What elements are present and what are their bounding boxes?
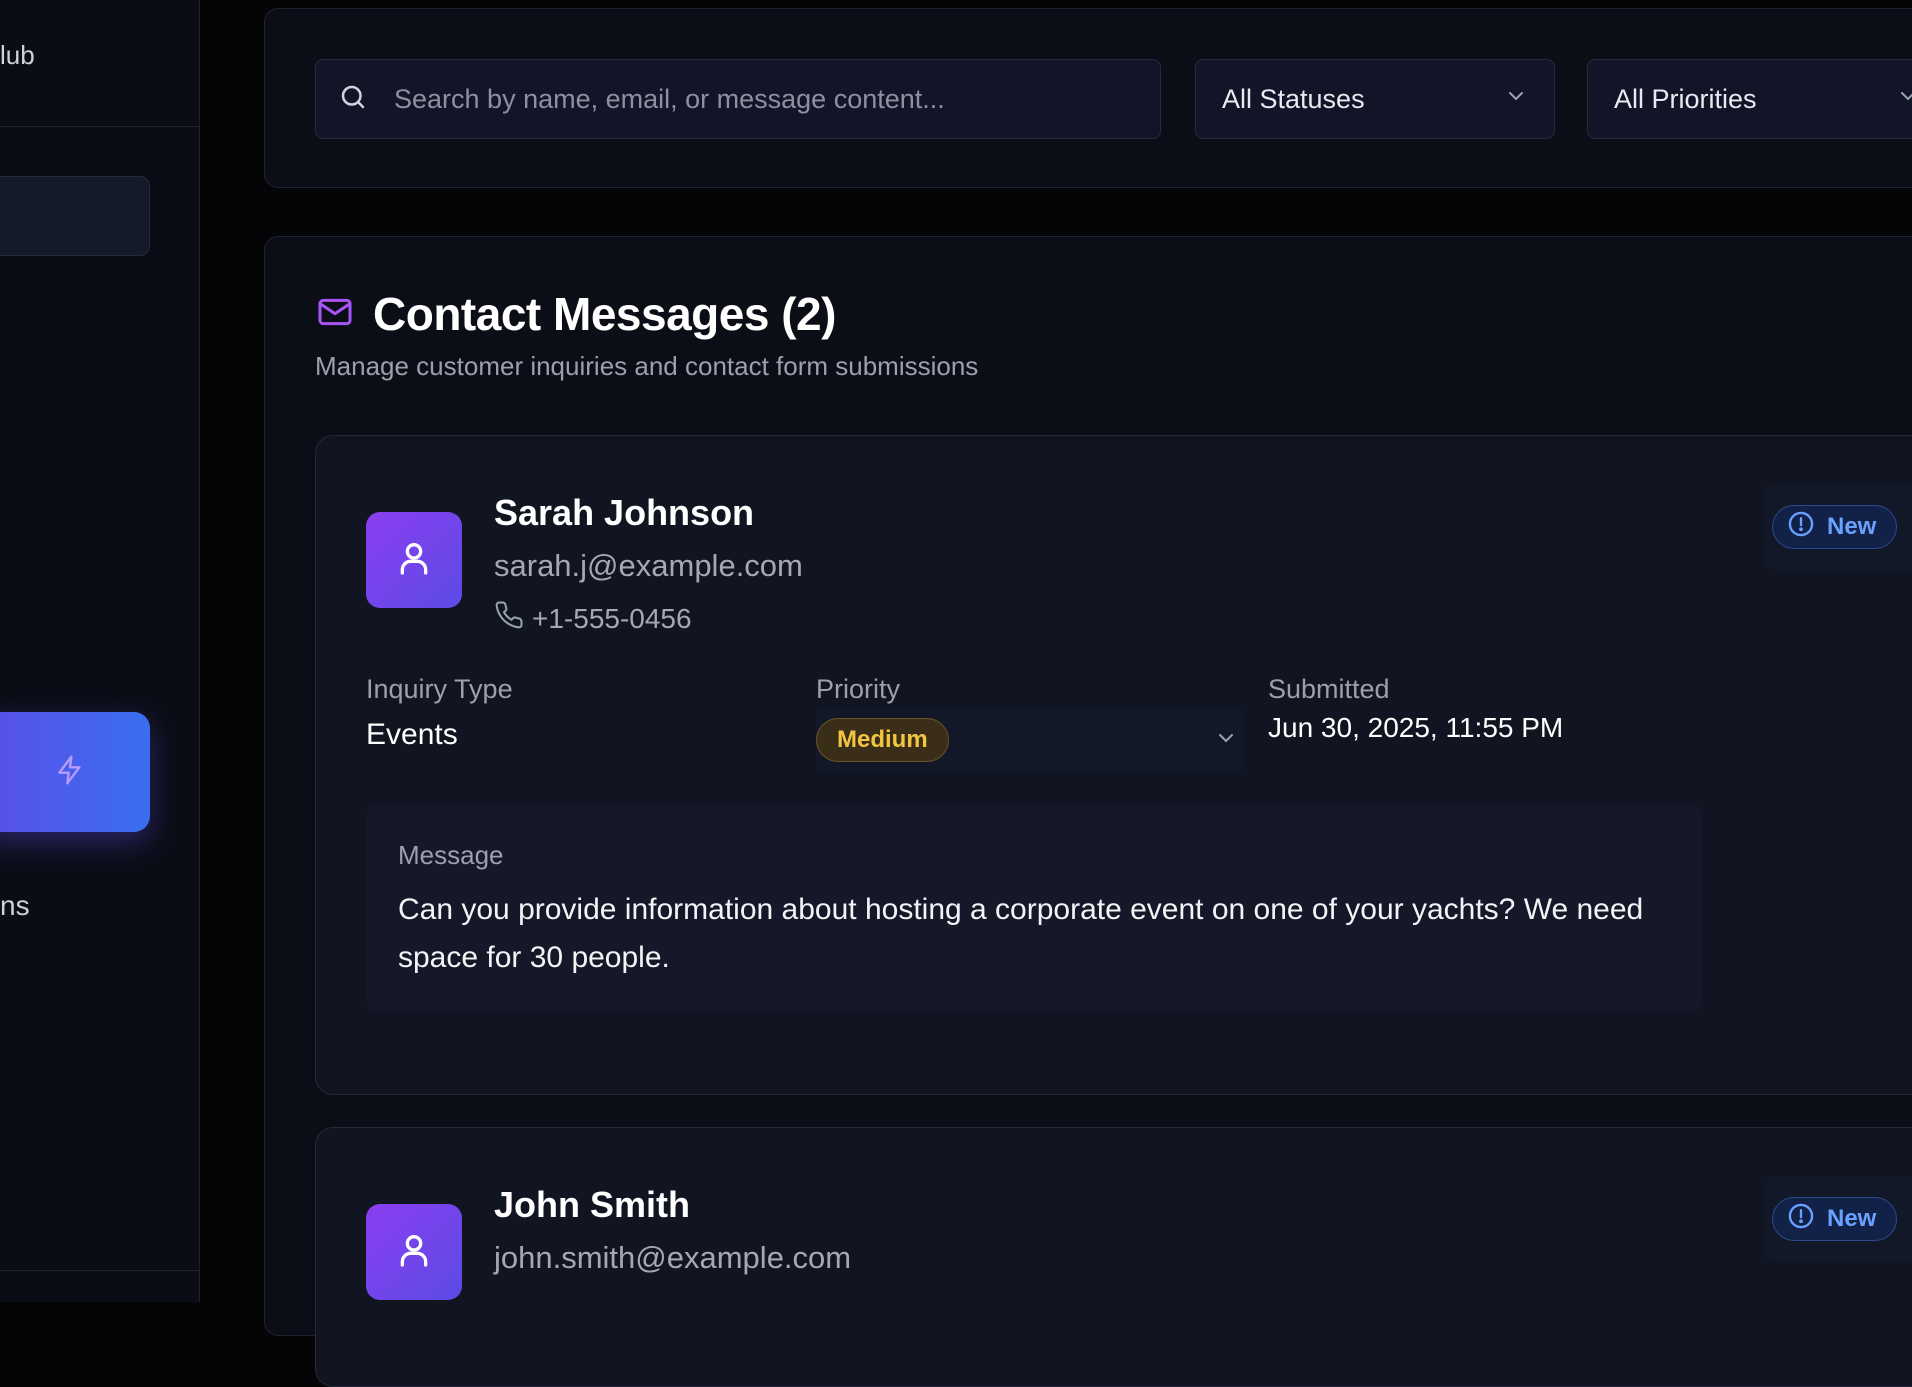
contact-email: sarah.j@example.com bbox=[494, 548, 803, 583]
status-badge: New bbox=[1772, 1197, 1898, 1241]
inquiry-type-label: Inquiry Type bbox=[366, 674, 513, 704]
message-body: Can you provide information about hostin… bbox=[398, 893, 1644, 974]
alert-circle-icon bbox=[1787, 510, 1815, 545]
search-icon bbox=[338, 82, 368, 117]
priority-badge: Medium bbox=[816, 718, 949, 762]
status-badge: New bbox=[1772, 505, 1898, 549]
page-title: Contact Messages (2) bbox=[373, 288, 836, 340]
message-box: Message Can you provide information abou… bbox=[366, 804, 1702, 1012]
sidebar: lub ns bbox=[0, 0, 200, 1302]
message-label: Message bbox=[398, 840, 504, 870]
avatar bbox=[366, 1204, 462, 1300]
sidebar-brand-text: lub bbox=[0, 40, 35, 70]
status-filter-select[interactable]: All Statuses bbox=[1195, 59, 1555, 139]
status-dropdown[interactable]: New bbox=[1764, 484, 1912, 570]
status-dropdown[interactable]: New bbox=[1764, 1176, 1912, 1262]
chevron-down-icon bbox=[1907, 1207, 1912, 1231]
sidebar-footer-divider bbox=[0, 1270, 199, 1271]
bolt-icon bbox=[54, 754, 86, 791]
chevron-down-icon bbox=[1214, 726, 1238, 755]
sidebar-divider bbox=[0, 126, 199, 127]
chevron-down-icon bbox=[1504, 84, 1528, 115]
status-label: New bbox=[1827, 1205, 1877, 1232]
contact-email: john.smith@example.com bbox=[494, 1240, 852, 1275]
alert-circle-icon bbox=[1787, 1202, 1815, 1237]
priority-filter-select[interactable]: All Priorities bbox=[1587, 59, 1912, 139]
user-icon bbox=[394, 538, 434, 583]
inquiry-type-value: Events bbox=[366, 718, 458, 751]
contact-messages-panel: Contact Messages (2) Manage customer inq… bbox=[264, 236, 1912, 1387]
panel-header: Contact Messages (2) bbox=[315, 287, 836, 341]
priority-dropdown[interactable]: Medium bbox=[816, 708, 1244, 772]
chevron-down-icon bbox=[1896, 84, 1912, 115]
contact-name: Sarah Johnson bbox=[494, 492, 755, 533]
priority-label: Priority bbox=[816, 674, 901, 704]
status-label: New bbox=[1827, 513, 1877, 540]
avatar bbox=[366, 512, 462, 608]
sidebar-item-label[interactable]: ns bbox=[0, 890, 30, 922]
search-box[interactable] bbox=[315, 59, 1161, 139]
phone-icon bbox=[494, 600, 524, 637]
message-card: Sarah Johnson sarah.j@example.com +1-555… bbox=[315, 435, 1912, 1095]
status-filter-value: All Statuses bbox=[1222, 83, 1365, 114]
contact-phone: +1-555-0456 bbox=[494, 600, 692, 637]
contact-phone-value: +1-555-0456 bbox=[532, 602, 692, 634]
user-icon bbox=[394, 1230, 434, 1275]
submitted-value: Jun 30, 2025, 11:55 PM bbox=[1268, 712, 1564, 743]
page-subtitle: Manage customer inquiries and contact fo… bbox=[315, 351, 979, 381]
contact-name: John Smith bbox=[494, 1184, 690, 1225]
submitted-label: Submitted bbox=[1268, 674, 1390, 704]
filters-panel: All Statuses All Priorities bbox=[264, 8, 1912, 188]
priority-filter-value: All Priorities bbox=[1614, 83, 1757, 114]
chevron-down-icon bbox=[1907, 515, 1912, 539]
mail-icon bbox=[315, 292, 355, 337]
sidebar-selector[interactable] bbox=[0, 176, 150, 256]
message-card: John Smith john.smith@example.com New bbox=[315, 1127, 1912, 1387]
search-input[interactable] bbox=[394, 60, 1160, 138]
sidebar-quick-action-button[interactable] bbox=[0, 712, 150, 832]
